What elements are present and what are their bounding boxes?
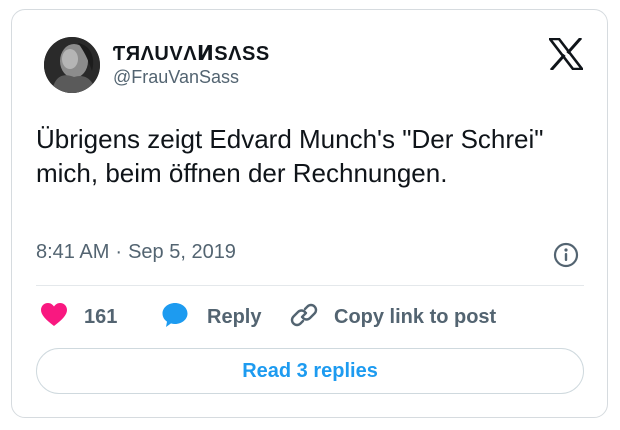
read-replies-label: Read 3 replies [242,359,378,382]
info-icon[interactable] [553,242,579,268]
speech-bubble-icon [161,301,189,334]
reply-label: Reply [207,305,262,328]
author-handle[interactable]: @FrauVanSass [113,67,239,88]
like-count: 161 [84,305,118,328]
heart-icon [40,302,68,333]
meta-separator: · [115,241,123,263]
read-replies-button[interactable]: Read 3 replies [36,348,584,394]
tweet-date: Sep 5, 2019 [128,241,236,263]
reply-button[interactable]: Reply [161,300,261,334]
tweet-timestamp[interactable]: 8:41 AM · Sep 5, 2019 [36,241,236,264]
author-display-name[interactable]: ƬЯΛUVΛͶSΛSS [113,41,270,66]
divider [36,285,584,286]
copy-link-label: Copy link to post [334,305,497,328]
copy-link-button[interactable]: Copy link to post [290,300,496,334]
like-button[interactable]: 161 [40,300,117,334]
avatar[interactable] [44,37,100,93]
tweet-time: 8:41 AM [36,241,110,263]
tweet-card: ƬЯΛUVΛͶSΛSS @FrauVanSass Übrigens zeigt … [11,9,608,418]
x-logo-icon[interactable] [547,36,585,72]
tweet-text: Übrigens zeigt Edvard Munch's "Der Schre… [36,124,544,188]
link-icon [290,301,318,334]
